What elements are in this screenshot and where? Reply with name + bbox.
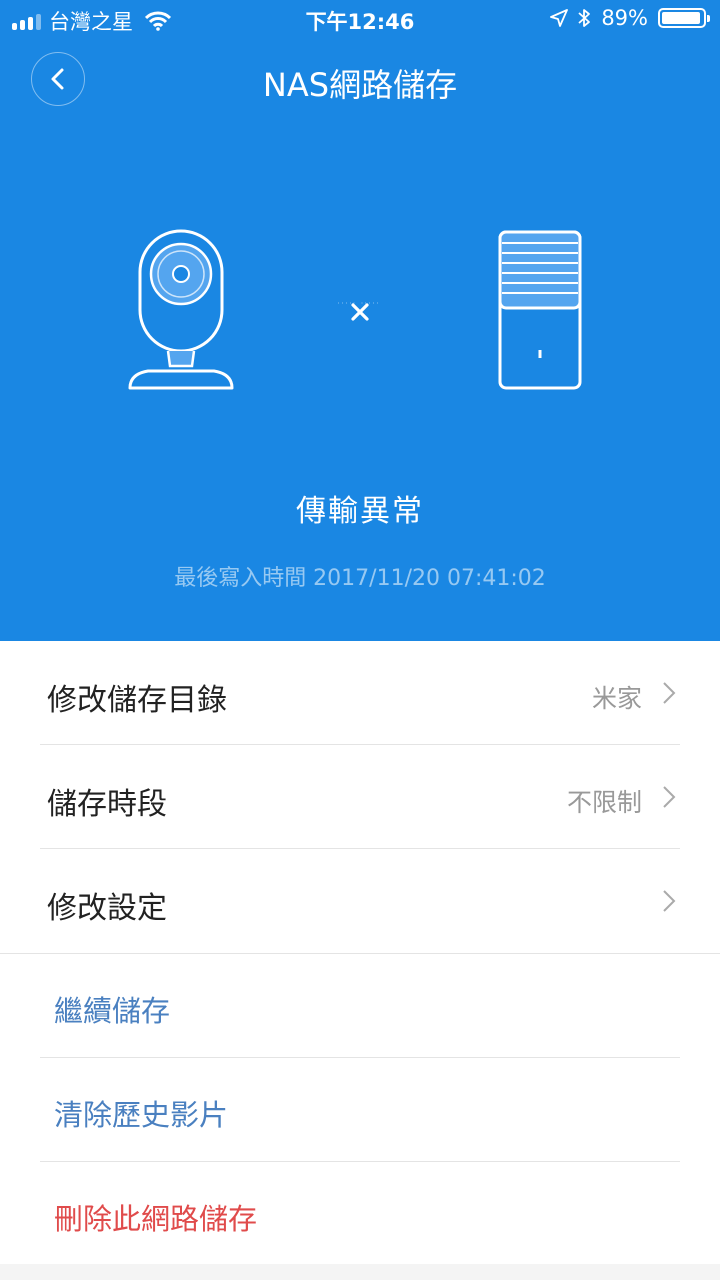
row-value: 米家 <box>591 684 642 713</box>
storage-period-row[interactable]: 儲存時段 不限制 <box>0 745 720 849</box>
battery-percent: 89% <box>601 6 648 30</box>
bluetooth-icon <box>578 9 591 27</box>
chevron-right-icon <box>663 890 676 912</box>
connection-illustration <box>0 220 720 400</box>
row-label: 修改設定 <box>47 891 167 926</box>
page-title: NAS網路儲存 <box>262 66 458 104</box>
battery-icon <box>658 8 710 28</box>
transfer-status: 傳輸異常 <box>296 494 424 529</box>
action-label: 刪除此網路儲存 <box>54 1202 258 1236</box>
actions-list: 繼續儲存 清除歷史影片 刪除此網路儲存 <box>0 954 720 1264</box>
row-label: 修改儲存目錄 <box>47 683 227 718</box>
chevron-right-icon <box>663 786 676 808</box>
action-label: 清除歷史影片 <box>54 1098 229 1132</box>
delete-network-storage-button[interactable]: 刪除此網路儲存 <box>0 1162 720 1266</box>
storage-directory-row[interactable]: 修改儲存目錄 米家 <box>0 641 720 745</box>
settings-list: 修改儲存目錄 米家 儲存時段 不限制 修改設定 <box>0 641 720 954</box>
continue-storage-button[interactable]: 繼續儲存 <box>0 954 720 1058</box>
action-label: 繼續儲存 <box>54 994 171 1028</box>
status-bar: 台灣之星 下午12:46 89% <box>0 0 720 40</box>
nas-router-icon <box>498 230 582 390</box>
location-arrow-icon <box>550 9 569 27</box>
row-value: 不限制 <box>566 788 642 817</box>
last-write-time: 最後寫入時間 2017/11/20 07:41:02 <box>174 566 546 591</box>
chevron-right-icon <box>663 682 676 704</box>
clear-history-videos-button[interactable]: 清除歷史影片 <box>0 1058 720 1162</box>
camera-icon <box>128 229 234 390</box>
modify-settings-row[interactable]: 修改設定 <box>0 849 720 953</box>
row-label: 儲存時段 <box>47 787 167 822</box>
cross-icon <box>351 303 369 321</box>
